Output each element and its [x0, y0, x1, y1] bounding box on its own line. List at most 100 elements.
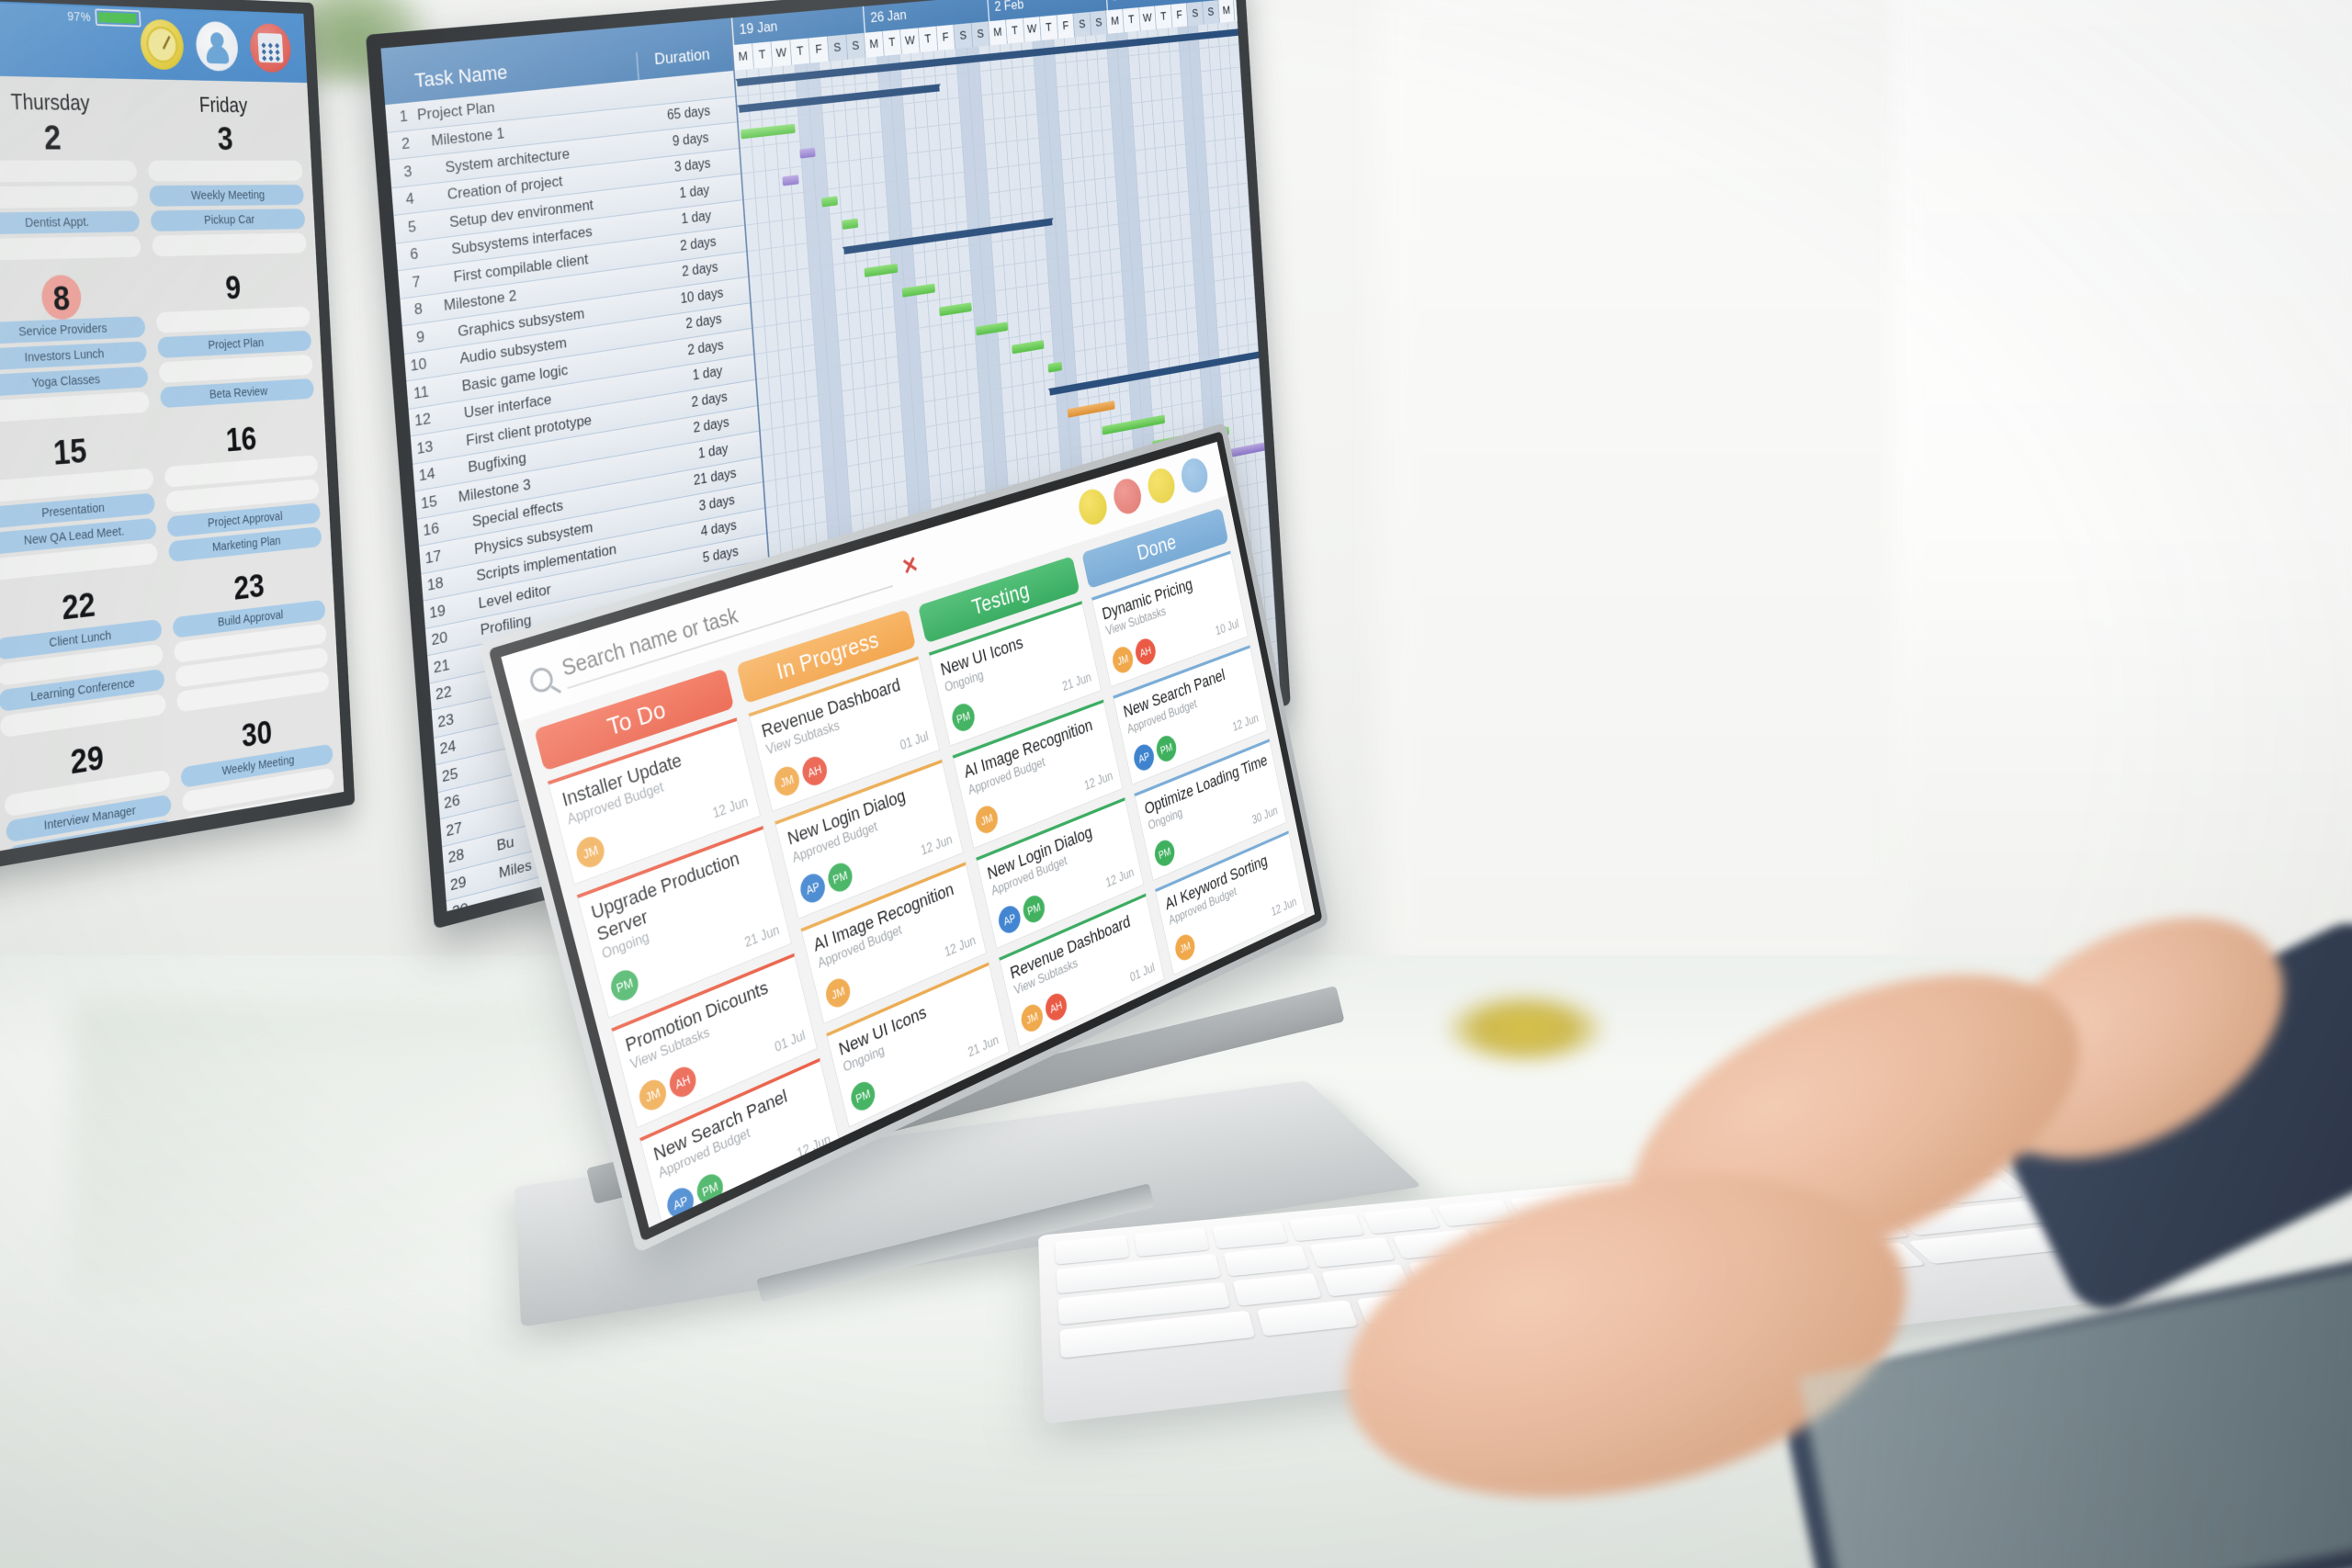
gantt-row-number: 26: [443, 791, 461, 813]
avatar[interactable]: JM: [1019, 1000, 1046, 1036]
avatar[interactable]: AH: [799, 753, 831, 790]
gantt-day-letter: T: [1123, 7, 1141, 33]
gantt-bar-purple[interactable]: [782, 175, 799, 186]
avatar[interactable]: PM: [607, 965, 641, 1005]
kanban-card-avatars: AP PM: [797, 859, 855, 907]
avatar[interactable]: PM: [1152, 837, 1177, 870]
kanban-card-date: 12 Jun: [943, 933, 978, 960]
calendar-day-cell[interactable]: 9 Project Plan Beta Review: [148, 265, 321, 424]
gantt-day-letter: S: [1202, 0, 1220, 25]
calendar-day-cell[interactable]: 3 Weekly Meeting Pickup Car: [140, 117, 312, 269]
avatar[interactable]: AH: [666, 1063, 699, 1102]
calendar-dayname: Friday: [198, 93, 248, 118]
avatar[interactable]: JM: [573, 833, 608, 872]
key[interactable]: [1308, 1236, 1396, 1268]
gantt-day-letter: M: [732, 43, 754, 71]
calendar-day-cell[interactable]: 23 Build Approval: [164, 558, 335, 726]
gantt-day-letter: M: [864, 30, 885, 58]
lightbulb-icon[interactable]: [1075, 485, 1111, 529]
calendar-day-number: 9: [224, 269, 243, 307]
avatar[interactable]: AP: [1131, 740, 1157, 773]
calendar-event[interactable]: Weekly Meeting: [149, 185, 305, 207]
calendar-event[interactable]: Beta Review: [160, 378, 314, 409]
gantt-row-number: 21: [433, 656, 451, 677]
avatar[interactable]: AH: [1133, 636, 1159, 668]
calendar-day-number: 8: [40, 274, 83, 321]
gantt-day-letter: S: [1073, 11, 1092, 38]
gantt-day-letter: F: [1057, 13, 1076, 39]
kanban-card-date: 12 Jun: [1231, 711, 1260, 734]
key[interactable]: [1257, 1300, 1359, 1337]
gantt-day-letter: T: [882, 29, 903, 56]
calendar-event[interactable]: Pickup Car: [150, 209, 306, 232]
avatar[interactable]: JM: [636, 1076, 670, 1115]
gantt-day-letter: F: [1170, 3, 1189, 28]
calendar-day-cell[interactable]: 16 Project Approval Marketing Plan: [156, 413, 328, 576]
key[interactable]: [1288, 1213, 1365, 1242]
avatar[interactable]: JM: [771, 763, 803, 800]
calendar-toolbar-icons[interactable]: [139, 18, 292, 73]
gantt-day-letter: T: [790, 38, 811, 65]
key[interactable]: [1212, 1220, 1288, 1249]
gantt-day-letter: F: [808, 36, 830, 63]
calendar-day-cell[interactable]: 22 Client Lunch Learning Conference: [0, 575, 173, 751]
avatar[interactable]: AP: [664, 1183, 697, 1224]
calculator-icon[interactable]: [248, 22, 292, 73]
calendar-event[interactable]: Project Plan: [157, 330, 312, 358]
gantt-day-letter: S: [827, 34, 848, 62]
key[interactable]: [1055, 1235, 1130, 1265]
kanban-card-avatars: PM: [848, 1077, 878, 1115]
key[interactable]: [1134, 1227, 1210, 1258]
calendar-event[interactable]: Dentist Appt.: [0, 210, 141, 235]
avatar[interactable]: PM: [949, 700, 978, 735]
kanban-card-avatars: AP PM: [996, 892, 1047, 937]
kanban-card-avatars: JM: [573, 833, 608, 872]
calendar-screen: 97% Wednesday Thursday Friday 1New Miles…: [0, 0, 345, 886]
avatar[interactable]: JM: [1172, 931, 1197, 964]
avatar[interactable]: JM: [823, 975, 854, 1011]
clock-icon[interactable]: [1145, 465, 1178, 507]
monitor-bezel: 97% Wednesday Thursday Friday 1New Miles…: [0, 0, 356, 904]
avatar[interactable]: PM: [1154, 732, 1179, 765]
gantt-row-number: 19: [428, 601, 447, 622]
avatar[interactable]: PM: [825, 859, 855, 896]
gantt-day-letter: S: [845, 32, 866, 60]
calendar-event-empty: [147, 160, 303, 182]
calendar-day-cell[interactable]: 15 Presentation New QA Lead Meet.: [0, 424, 164, 594]
calendar-day-cell[interactable]: 8 Service Providers Investors Lunch Yoga Cl…: [0, 269, 156, 436]
calendar-event[interactable]: Investors Lunch: [0, 341, 148, 371]
gantt-day-letter: W: [1249, 0, 1266, 20]
avatar[interactable]: PM: [694, 1169, 727, 1210]
contacts-icon[interactable]: [1178, 455, 1211, 497]
kanban-card-date: 30 Jun: [1250, 804, 1279, 828]
avatar[interactable]: PM: [848, 1077, 878, 1115]
key[interactable]: [1232, 1272, 1322, 1306]
avatar[interactable]: AP: [797, 869, 828, 907]
avatar[interactable]: AP: [996, 902, 1023, 937]
avatar[interactable]: PM: [1021, 892, 1047, 927]
calendar-day-cell[interactable]: 2 Dentist Appt.: [0, 115, 148, 275]
gantt-row-number: 29: [449, 873, 468, 895]
gantt-day-letter: T: [1005, 17, 1025, 44]
gantt-row-number: 6: [409, 244, 419, 264]
avatar[interactable]: JM: [973, 802, 1001, 837]
avatar[interactable]: JM: [1110, 644, 1136, 677]
calculator-icon[interactable]: [1110, 475, 1145, 518]
calendar-monitor: 97% Wednesday Thursday Friday 1New Miles…: [0, 0, 356, 904]
battery-cell-icon: [95, 8, 141, 28]
clock-icon[interactable]: [139, 18, 186, 71]
gantt-row-number: 7: [411, 272, 422, 291]
gantt-day-letter: T: [918, 26, 938, 52]
calendar-event[interactable]: Service Providers: [0, 316, 146, 345]
calendar-day-cell[interactable]: 29 Interview Manager Client Conference: [0, 726, 181, 886]
gantt-bar-purple[interactable]: [799, 147, 816, 159]
contacts-icon[interactable]: [195, 20, 240, 72]
gantt-row-number: 1: [399, 107, 409, 126]
key[interactable]: [1363, 1206, 1441, 1235]
key[interactable]: [1223, 1245, 1309, 1277]
calendar-day-cell[interactable]: 30 Weekly Meeting: [173, 702, 343, 875]
gantt-row-number: 22: [435, 682, 453, 704]
avatar[interactable]: AH: [1043, 989, 1069, 1025]
gantt-day-letter: M: [1106, 8, 1125, 34]
clear-search-icon[interactable]: ✕: [899, 550, 921, 581]
